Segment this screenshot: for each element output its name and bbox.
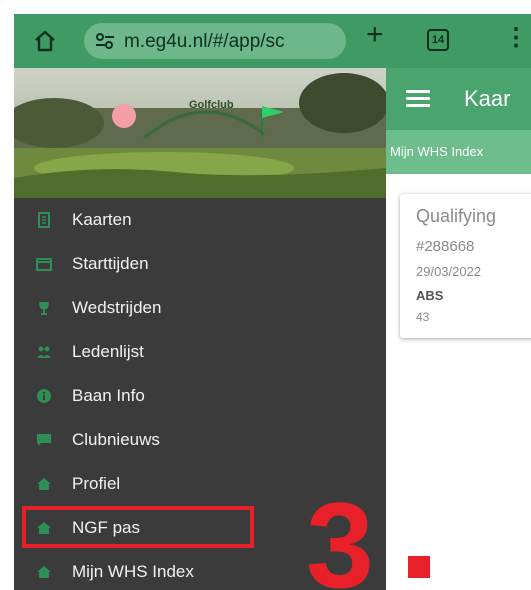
card-date: 29/03/2022 xyxy=(416,264,482,279)
sidebar-item-label: Profiel xyxy=(72,474,121,493)
scorecard-icon xyxy=(36,212,52,228)
more-vert-icon[interactable]: ⋮ xyxy=(504,26,528,50)
plus-icon[interactable]: + xyxy=(366,20,384,50)
sidebar-item-label: Clubnieuws xyxy=(72,430,160,449)
club-banner-image: Golfclub xyxy=(14,68,386,198)
tab-count-button[interactable]: 14 xyxy=(427,29,449,51)
app-toolbar: Kaar xyxy=(386,68,531,130)
sidebar-item-label: Ledenlijst xyxy=(72,342,144,361)
sidebar-item-label: Baan Info xyxy=(72,386,145,405)
page-title: Kaar xyxy=(464,86,511,111)
hamburger-menu-icon[interactable] xyxy=(406,90,430,108)
highlight-box xyxy=(22,506,254,548)
card-id: #288668 xyxy=(416,238,475,255)
sidebar-item-label: Kaarten xyxy=(72,210,132,229)
trophy-icon xyxy=(36,300,52,316)
people-icon xyxy=(36,344,52,360)
sidebar-item-ledenlijst[interactable]: Ledenlijst xyxy=(14,332,386,372)
sidebar-item-starttijden[interactable]: Starttijden xyxy=(14,244,386,284)
sidebar-item-clubnieuws[interactable]: Clubnieuws xyxy=(14,420,386,460)
card-score: 43 xyxy=(416,310,430,324)
info-icon xyxy=(36,388,52,404)
tune-icon[interactable] xyxy=(94,32,116,50)
sidebar-item-label: Starttijden xyxy=(72,254,149,273)
card-type: ABS xyxy=(416,288,444,303)
browser-toolbar: m.eg4u.nl/#/app/sc + 14 ⋮ xyxy=(14,14,531,68)
phone-screen: m.eg4u.nl/#/app/sc + 14 ⋮ Golfclub Kaart… xyxy=(14,14,531,590)
url-text[interactable]: m.eg4u.nl/#/app/sc xyxy=(124,31,285,53)
sidebar-item-wedstrijden[interactable]: Wedstrijden xyxy=(14,288,386,328)
scorecard-card[interactable]: Qualifying #288668 29/03/2022 ABS 43 xyxy=(400,194,531,338)
tab-label: Mijn WHS Index xyxy=(390,144,484,159)
address-bar[interactable]: m.eg4u.nl/#/app/sc xyxy=(84,23,346,59)
sidebar-item-baan-info[interactable]: Baan Info xyxy=(14,376,386,416)
sidebar-item-kaarten[interactable]: Kaarten xyxy=(14,200,386,240)
tab-mijn-whs-index[interactable]: Mijn WHS Index xyxy=(386,130,531,174)
house-icon xyxy=(36,476,52,492)
house-icon xyxy=(36,564,52,580)
sidebar-item-label: Wedstrijden xyxy=(72,298,162,317)
step-dot xyxy=(408,556,430,578)
card-title: Qualifying xyxy=(416,206,497,226)
sidebar-item-label: Mijn WHS Index xyxy=(72,562,194,581)
home-icon[interactable] xyxy=(32,28,58,54)
main-content: Kaar Mijn WHS Index Qualifying #288668 2… xyxy=(386,68,531,590)
step-number: 3 xyxy=(306,477,374,590)
chat-icon xyxy=(36,432,52,448)
calendar-icon xyxy=(36,256,52,272)
banner-text: Golfclub xyxy=(189,99,234,111)
